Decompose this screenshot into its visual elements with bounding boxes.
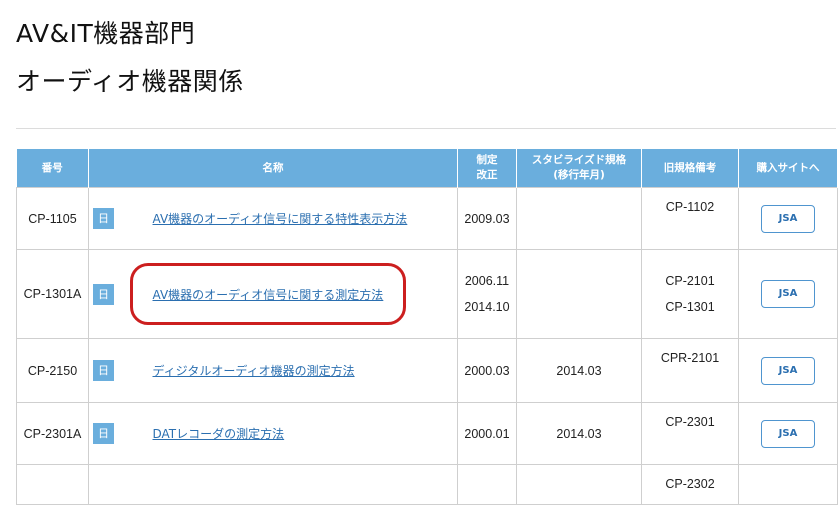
jsa-button[interactable]: JSA [761, 419, 815, 448]
cell-old: CP-2301 [641, 402, 739, 465]
cell-purchase: JSA [738, 187, 838, 250]
cell-revised [457, 464, 517, 505]
header-revised: 制定 改正 [457, 149, 517, 188]
cell-revised: 2000.03 [457, 338, 517, 403]
cell-name: DATレコーダの測定方法 [122, 402, 458, 465]
cell-stabilized [516, 249, 642, 339]
header-revised-line1: 制定 [476, 154, 498, 166]
table-row: CP-1105 日 AV機器のオーディオ信号に関する特性表示方法 2009.03… [16, 187, 838, 250]
table-header-row: 番号 名称 制定 改正 スタビライズド規格 (移行年月) 旧規格備考 購入サイト… [16, 149, 838, 188]
cell-name: ディジタルオーディオ機器の測定方法 [122, 338, 458, 403]
header-stabilized-line1: スタビライズド規格 [531, 154, 627, 166]
table-row: CP-2301A 日 DATレコーダの測定方法 2000.01 2014.03 … [16, 402, 838, 465]
cell-purchase: JSA [738, 402, 838, 465]
cell-lang: 日 [88, 402, 123, 465]
japanese-badge: 日 [93, 360, 114, 381]
cell-lang: 日 [88, 338, 123, 403]
cell-old: CPR-2101 [641, 338, 739, 403]
table-row: CP-1301A 日 AV機器のオーディオ信号に関する測定方法 2006.11 … [16, 249, 838, 339]
standard-link[interactable]: AV機器のオーディオ信号に関する測定方法 [153, 288, 384, 302]
cell-revised: 2006.11 2014.10 [457, 249, 517, 339]
header-stabilized: スタビライズド規格 (移行年月) [516, 149, 642, 188]
cell-name: AV機器のオーディオ信号に関する測定方法 [122, 249, 458, 339]
cell-lang [88, 464, 123, 505]
old-code: CP-2101 [665, 274, 715, 288]
page-subtitle: オーディオ機器関係 [16, 67, 244, 96]
cell-number: CP-1301A [16, 249, 89, 339]
revised-date: 2006.11 [464, 274, 510, 288]
cell-purchase: JSA [738, 249, 838, 339]
standard-link[interactable]: DATレコーダの測定方法 [153, 427, 285, 441]
cell-number: CP-2301A [16, 402, 89, 465]
cell-stabilized [516, 464, 642, 505]
cell-number: CP-2150 [16, 338, 89, 403]
cell-revised: 2009.03 [457, 187, 517, 250]
header-old-notes: 旧規格備考 [641, 149, 739, 188]
japanese-badge: 日 [93, 283, 114, 305]
header-name: 名称 [88, 149, 458, 188]
cell-stabilized: 2014.03 [516, 402, 642, 465]
divider [16, 128, 836, 129]
standards-table: 番号 名称 制定 改正 スタビライズド規格 (移行年月) 旧規格備考 購入サイト… [16, 149, 838, 505]
cell-stabilized: 2014.03 [516, 338, 642, 403]
cell-purchase [738, 464, 838, 505]
table-row: CP-2150 日 ディジタルオーディオ機器の測定方法 2000.03 2014… [16, 338, 838, 403]
cell-old: CP-2101 CP-1301 [641, 249, 739, 339]
japanese-badge: 日 [93, 423, 114, 444]
cell-old: CP-2302 [641, 464, 739, 505]
jsa-button[interactable]: JSA [761, 204, 815, 233]
cell-revised: 2000.01 [457, 402, 517, 465]
old-code: CP-1301 [665, 300, 715, 314]
cell-name: AV機器のオーディオ信号に関する特性表示方法 [122, 187, 458, 250]
header-revised-line2: 改正 [476, 169, 498, 181]
cell-lang: 日 [88, 249, 123, 339]
page-title: AV&IT機器部門 [16, 19, 196, 48]
header-number: 番号 [16, 149, 89, 188]
cell-number [16, 464, 89, 505]
standard-link[interactable]: ディジタルオーディオ機器の測定方法 [153, 364, 355, 378]
header-purchase: 購入サイトへ [738, 149, 838, 188]
standard-link[interactable]: AV機器のオーディオ信号に関する特性表示方法 [153, 212, 408, 226]
cell-lang: 日 [88, 187, 123, 250]
jsa-button[interactable]: JSA [761, 356, 815, 385]
cell-number: CP-1105 [16, 187, 89, 250]
cell-purchase: JSA [738, 338, 838, 403]
table-row: CP-2302 [16, 464, 838, 505]
header-stabilized-line2: (移行年月) [553, 169, 605, 181]
cell-name [122, 464, 458, 505]
revised-date: 2014.10 [464, 300, 510, 314]
cell-old: CP-1102 [641, 187, 739, 250]
japanese-badge: 日 [93, 208, 114, 229]
cell-stabilized [516, 187, 642, 250]
jsa-button[interactable]: JSA [761, 280, 815, 308]
